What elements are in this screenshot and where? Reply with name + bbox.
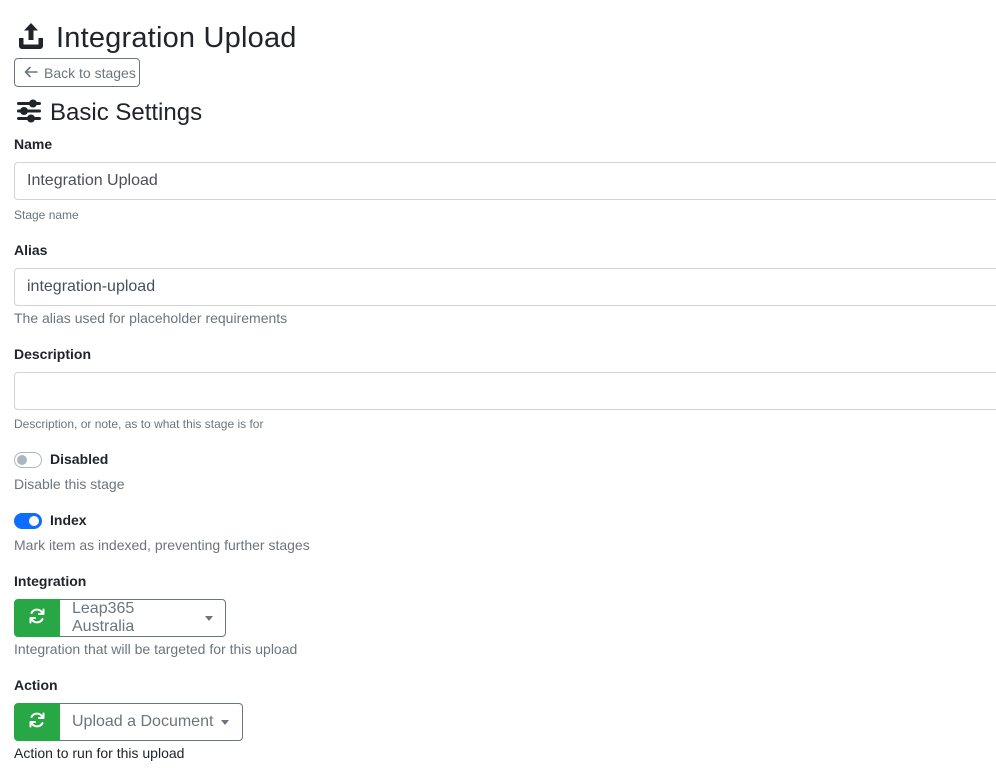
section-title: Basic Settings [50, 99, 203, 126]
action-help: Action to run for this upload [14, 745, 185, 761]
action-refresh-button[interactable] [14, 703, 60, 741]
action-dropdown[interactable]: Upload a Document [60, 703, 243, 741]
description-label: Description [14, 346, 92, 362]
upload-icon [16, 21, 46, 56]
disabled-toggle[interactable] [14, 452, 42, 468]
alias-input[interactable]: integration-upload [14, 268, 996, 306]
integration-selected: Leap365 Australia [72, 600, 135, 635]
alias-help: The alias used for placeholder requireme… [14, 310, 288, 326]
integration-input-group: Leap365 Australia [14, 599, 226, 637]
action-label: Action [14, 677, 58, 693]
arrow-left-icon [24, 65, 38, 81]
index-toggle[interactable] [14, 513, 42, 529]
description-help: Description, or note, as to what this st… [14, 417, 264, 431]
refresh-icon [28, 711, 46, 734]
page-title: Integration Upload [16, 20, 297, 56]
integration-help: Integration that will be targeted for th… [14, 641, 298, 657]
index-help: Mark item as indexed, preventing further… [14, 537, 310, 553]
chevron-down-icon [205, 615, 213, 621]
refresh-icon [28, 607, 46, 630]
sliders-icon [16, 99, 42, 128]
integration-dropdown[interactable]: Leap365 Australia [60, 599, 226, 637]
page-title-text: Integration Upload [56, 21, 297, 54]
integration-refresh-button[interactable] [14, 599, 60, 637]
index-toggle-knob [29, 516, 39, 526]
index-label: Index [50, 512, 87, 528]
back-to-stages-label: Back to stages [44, 64, 136, 81]
back-to-stages-button[interactable]: Back to stages [14, 58, 140, 87]
disabled-help: Disable this stage [14, 476, 125, 492]
name-help: Stage name [14, 208, 79, 222]
description-input[interactable] [14, 372, 996, 410]
action-input-group: Upload a Document [14, 703, 243, 741]
integration-label: Integration [14, 573, 87, 589]
disabled-label: Disabled [50, 451, 109, 467]
disabled-toggle-knob [17, 455, 27, 465]
action-selected: Upload a Document [72, 713, 214, 730]
name-input[interactable]: Integration Upload [14, 162, 996, 200]
chevron-down-icon [221, 719, 230, 725]
name-label: Name [14, 136, 53, 152]
alias-label: Alias [14, 242, 48, 258]
section-basic-settings: Basic Settings [16, 96, 202, 130]
